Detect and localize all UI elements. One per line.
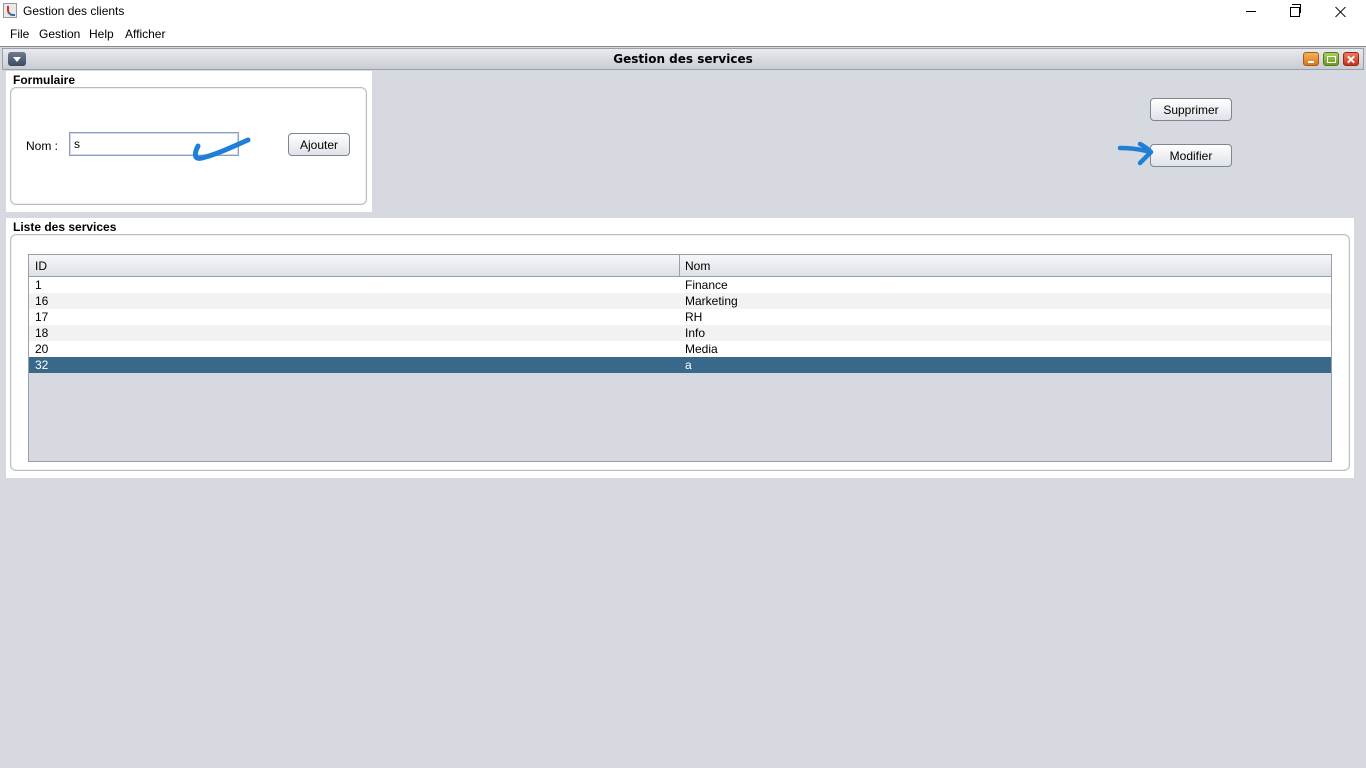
table-row[interactable]: 16 Marketing <box>29 293 1331 309</box>
cell-id: 16 <box>35 294 49 308</box>
window-titlebar: Gestion des clients <box>0 0 1366 23</box>
java-app-icon <box>3 3 17 18</box>
restore-icon <box>1290 3 1301 17</box>
cell-nom: Media <box>685 342 718 356</box>
nom-input[interactable] <box>69 132 239 156</box>
form-panel: Formulaire Nom : Ajouter <box>6 71 372 212</box>
table-body: 1 Finance 16 Marketing 17 RH 18 Info 20 Media… <box>29 277 1331 373</box>
menu-help[interactable]: Help <box>89 27 114 41</box>
internal-frame-title: Gestion des services <box>613 52 753 66</box>
list-panel: Liste des services ID Nom 1 Finance 16 Mar… <box>6 218 1354 478</box>
table-header: ID Nom <box>29 255 1331 277</box>
menu-gestion[interactable]: Gestion <box>39 27 80 41</box>
ajouter-button[interactable]: Ajouter <box>288 133 350 156</box>
menu-file[interactable]: File <box>10 27 29 41</box>
modifier-button[interactable]: Modifier <box>1150 144 1232 167</box>
cell-nom: a <box>685 358 692 372</box>
menu-gestion-label: Gestion <box>39 27 81 41</box>
cell-nom: Marketing <box>685 294 738 308</box>
table-row[interactable]: 18 Info <box>29 325 1331 341</box>
close-button[interactable] <box>1318 0 1364 23</box>
form-section-title: Formulaire <box>13 73 76 87</box>
frame-maximize-icon[interactable] <box>1323 52 1339 66</box>
table-row[interactable]: 1 Finance <box>29 277 1331 293</box>
menu-bar: File Gestion Help Afficher <box>0 24 1366 45</box>
minimize-button[interactable] <box>1228 0 1274 23</box>
services-table[interactable]: ID Nom 1 Finance 16 Marketing 17 RH 18 Info … <box>28 254 1332 462</box>
close-icon <box>1335 6 1347 18</box>
frame-close-icon[interactable] <box>1343 52 1359 66</box>
cell-id: 1 <box>35 278 42 292</box>
cell-id: 18 <box>35 326 49 340</box>
cell-id: 17 <box>35 310 49 324</box>
nom-label: Nom : <box>26 139 59 153</box>
supprimer-button[interactable]: Supprimer <box>1150 98 1232 121</box>
minimize-icon <box>1246 11 1256 12</box>
column-header-id[interactable]: ID <box>35 259 47 273</box>
internal-frame-titlebar[interactable]: Gestion des services <box>2 48 1364 70</box>
list-section-title: Liste des services <box>13 220 117 234</box>
column-header-nom[interactable]: Nom <box>685 259 710 273</box>
frame-minimize-icon[interactable] <box>1303 52 1319 66</box>
restore-button[interactable] <box>1272 0 1318 23</box>
cell-id: 32 <box>35 358 49 372</box>
menu-afficher-label: Afficher <box>125 27 166 41</box>
menu-help-label: Help <box>89 27 114 41</box>
table-row[interactable]: 17 RH <box>29 309 1331 325</box>
window-title: Gestion des clients <box>23 4 125 18</box>
menu-file-label: File <box>10 27 30 41</box>
cell-nom: Finance <box>685 278 728 292</box>
table-row[interactable]: 20 Media <box>29 341 1331 357</box>
cell-nom: RH <box>685 310 703 324</box>
table-row-selected[interactable]: 32 a <box>29 357 1331 373</box>
menu-afficher[interactable]: Afficher <box>125 27 165 41</box>
column-divider[interactable] <box>679 255 680 276</box>
cell-nom: Info <box>685 326 706 340</box>
cell-id: 20 <box>35 342 49 356</box>
